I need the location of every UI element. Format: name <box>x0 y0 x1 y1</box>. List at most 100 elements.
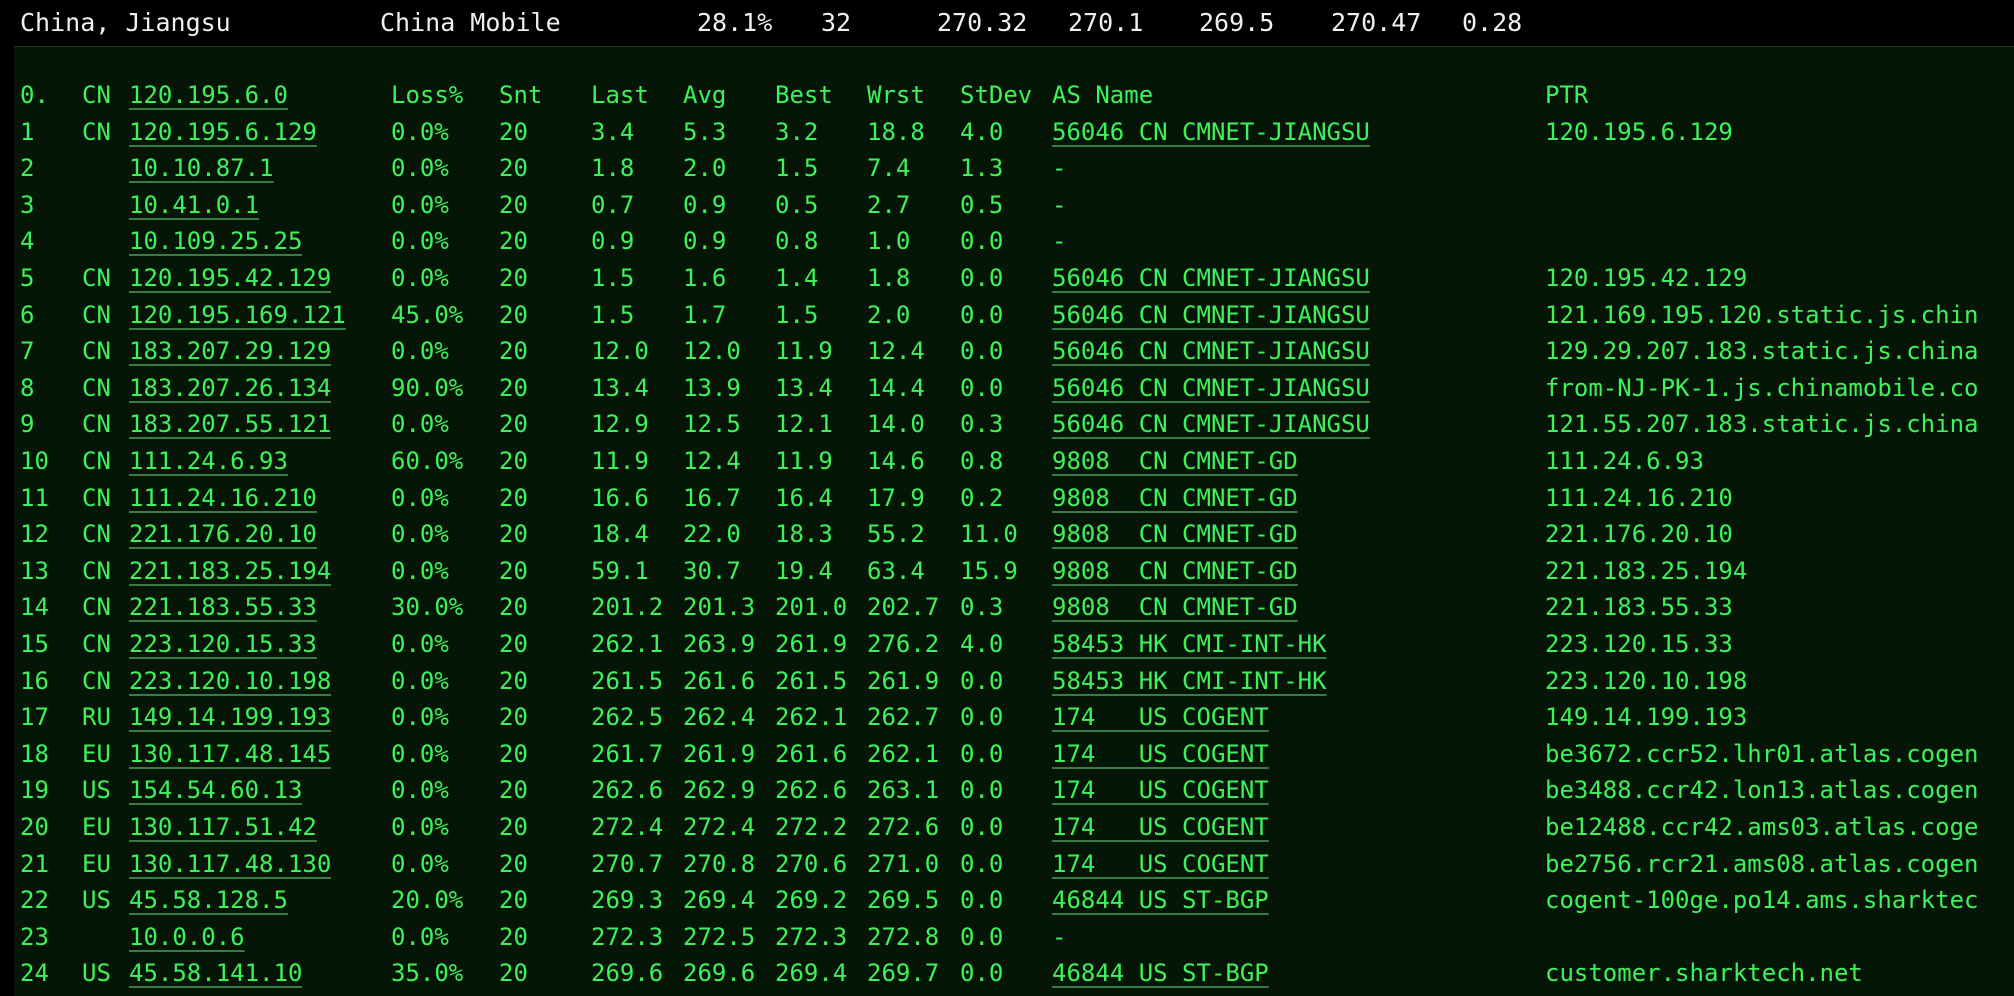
best-value: 261.5 <box>775 666 848 695</box>
country-code: EU <box>82 739 111 768</box>
loss-value: 0.0% <box>391 666 449 695</box>
as-name-link[interactable]: 56046 CN CMNET-JIANGSU <box>1052 333 1370 369</box>
hop-number: 4 <box>20 227 35 256</box>
as-name-link[interactable]: 46844 US ST-BGP <box>1052 955 1269 991</box>
last-value: 12.0 <box>591 337 649 366</box>
wrst-value: 2.0 <box>867 300 911 329</box>
hop-number: 19 <box>20 776 49 805</box>
host-link[interactable]: 221.176.20.10 <box>129 516 317 552</box>
host-link[interactable]: 45.58.141.10 <box>129 955 302 991</box>
as-name-link[interactable]: 46844 US ST-BGP <box>1052 882 1269 918</box>
host-link[interactable]: 130.117.48.145 <box>129 736 331 772</box>
wrst-value: 2.7 <box>867 190 911 219</box>
header-row: 0. CN 120.195.6.0 Loss% Snt Last Avg Bes… <box>14 77 2014 114</box>
avg-value: 2.0 <box>683 154 727 183</box>
snt-value: 20 <box>499 630 528 658</box>
as-name-link[interactable]: 174 US COGENT <box>1052 809 1269 845</box>
last-value: 272.3 <box>591 922 664 951</box>
as-name-link[interactable]: 58453 HK CMI-INT-HK <box>1052 663 1327 699</box>
host-link[interactable]: 130.117.51.42 <box>129 809 317 845</box>
host-link[interactable]: 120.195.42.129 <box>129 260 331 296</box>
as-name-link: - <box>1052 922 1067 951</box>
as-name-link[interactable]: 56046 CN CMNET-JIANGSU <box>1052 114 1370 150</box>
country-code: CN <box>82 447 111 475</box>
best-value: 13.4 <box>775 373 833 402</box>
host-link[interactable]: 149.14.199.193 <box>129 699 331 735</box>
as-name-link[interactable]: 9808 CN CMNET-GD <box>1052 553 1298 589</box>
host-link[interactable]: 10.109.25.25 <box>129 223 302 259</box>
wrst-value: 263.1 <box>867 776 940 805</box>
country-code: CN <box>82 373 111 402</box>
avg-value: 269.6 <box>683 959 756 988</box>
stdev-value: 15.9 <box>960 556 1018 585</box>
host-link[interactable]: 120.195.6.129 <box>129 114 317 150</box>
snt-value: 20 <box>499 300 528 329</box>
best-value: 3.2 <box>775 117 819 146</box>
table-row: 20 EU 130.117.51.42 0.0% 20 272.4 272.4 272.2 27… <box>14 809 2014 846</box>
stdev-value: 0.0 <box>960 227 1004 256</box>
host-link[interactable]: 10.10.87.1 <box>129 150 274 186</box>
summary-snt: 32 <box>821 8 852 37</box>
host-link[interactable]: 221.183.55.33 <box>129 589 317 625</box>
stdev-value: 0.8 <box>960 447 1004 475</box>
stdev-value: 0.0 <box>960 959 1004 988</box>
host-link[interactable]: 154.54.60.13 <box>129 772 302 808</box>
table-row: 18 EU 130.117.48.145 0.0% 20 261.7 261.9 261.6 2… <box>14 736 2014 773</box>
host-link[interactable]: 221.183.25.194 <box>129 553 331 589</box>
as-name-link[interactable]: 56046 CN CMNET-JIANGSU <box>1052 260 1370 296</box>
header-best: Best <box>775 81 833 109</box>
as-name-link[interactable]: 174 US COGENT <box>1052 736 1269 772</box>
header-host-link[interactable]: 120.195.6.0 <box>129 77 288 113</box>
header-snt: Snt <box>499 81 543 109</box>
header-wrst: Wrst <box>867 81 925 109</box>
host-link[interactable]: 183.207.26.134 <box>129 370 331 406</box>
as-name-link[interactable]: 174 US COGENT <box>1052 699 1269 735</box>
avg-value: 13.9 <box>683 373 741 402</box>
table-row: 6 CN 120.195.169.121 45.0% 20 1.5 1.7 1.5 2.0 0.0… <box>14 297 2014 334</box>
ptr-value: 221.183.25.194 <box>1545 556 1748 585</box>
ptr-value: 111.24.6.93 <box>1545 447 1704 475</box>
as-name-link[interactable]: 174 US COGENT <box>1052 846 1269 882</box>
host-link[interactable]: 130.117.48.130 <box>129 846 331 882</box>
table-row: 15 CN 223.120.15.33 0.0% 20 262.1 263.9 261.9 27… <box>14 626 2014 663</box>
host-link[interactable]: 45.58.128.5 <box>129 882 288 918</box>
host-link[interactable]: 10.41.0.1 <box>129 187 259 223</box>
host-link[interactable]: 10.0.0.6 <box>129 919 245 955</box>
host-link[interactable]: 223.120.15.33 <box>129 626 317 662</box>
summary-wrst: 270.47 <box>1331 8 1422 37</box>
as-name-link[interactable]: 9808 CN CMNET-GD <box>1052 480 1298 516</box>
host-link[interactable]: 111.24.16.210 <box>129 480 317 516</box>
country-code: US <box>82 886 111 915</box>
country-code: RU <box>82 703 111 732</box>
as-name-link[interactable]: 9808 CN CMNET-GD <box>1052 443 1298 479</box>
country-code: CN <box>82 483 111 512</box>
host-link[interactable]: 120.195.169.121 <box>129 297 346 333</box>
as-name-link[interactable]: 56046 CN CMNET-JIANGSU <box>1052 297 1370 333</box>
host-link[interactable]: 223.120.10.198 <box>129 663 331 699</box>
as-name-link[interactable]: 58453 HK CMI-INT-HK <box>1052 626 1327 662</box>
as-name-link[interactable]: 56046 CN CMNET-JIANGSU <box>1052 370 1370 406</box>
as-name-link[interactable]: 56046 CN CMNET-JIANGSU <box>1052 406 1370 442</box>
best-value: 262.1 <box>775 703 848 732</box>
hop-number: 20 <box>20 813 49 841</box>
wrst-value: 14.6 <box>867 447 925 475</box>
host-link[interactable]: 183.207.55.121 <box>129 406 331 442</box>
loss-value: 0.0% <box>391 703 449 732</box>
hop-number: 5 <box>20 264 35 292</box>
hop-number: 24 <box>20 959 49 988</box>
summary-last: 270.32 <box>937 8 1028 37</box>
host-link[interactable]: 183.207.29.129 <box>129 333 331 369</box>
stdev-value: 0.5 <box>960 190 1004 219</box>
host-link[interactable]: 111.24.6.93 <box>129 443 288 479</box>
stdev-value: 0.0 <box>960 886 1004 915</box>
as-name-link[interactable]: 174 US COGENT <box>1052 772 1269 808</box>
ptr-value: customer.sharktech.net <box>1545 959 1863 988</box>
country-code: CN <box>82 337 111 366</box>
loss-value: 35.0% <box>391 959 464 988</box>
wrst-value: 14.0 <box>867 410 925 439</box>
table-row: 19 US 154.54.60.13 0.0% 20 262.6 262.9 262.6 263… <box>14 772 2014 809</box>
stdev-value: 0.0 <box>960 703 1004 732</box>
as-name-link[interactable]: 9808 CN CMNET-GD <box>1052 516 1298 552</box>
table-row: 1 CN 120.195.6.129 0.0% 20 3.4 5.3 3.2 18.8 4.0 56… <box>14 114 2014 151</box>
as-name-link[interactable]: 9808 CN CMNET-GD <box>1052 589 1298 625</box>
